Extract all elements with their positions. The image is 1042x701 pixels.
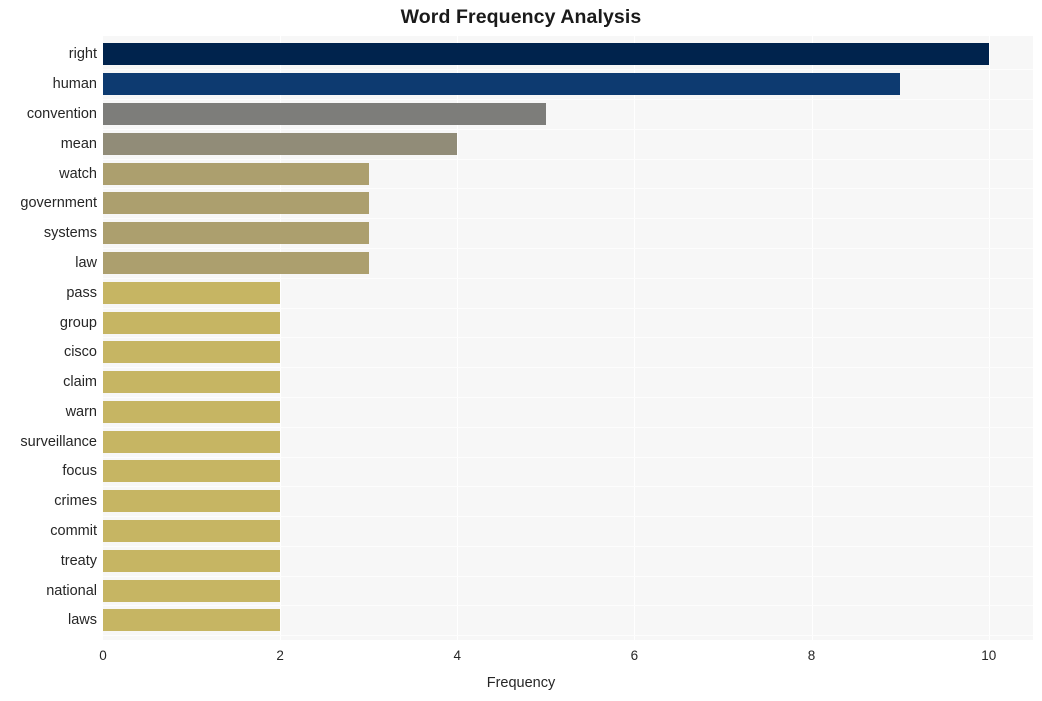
x-axis: Frequency 0 2 4 6 8 10 xyxy=(0,640,1042,701)
y-tick-label-warn: warn xyxy=(65,403,97,420)
word-frequency-chart: Word Frequency Analysis right human conven… xyxy=(0,0,1042,701)
y-tick-label-commit: commit xyxy=(50,522,97,539)
y-tick-label-treaty: treaty xyxy=(60,552,97,569)
y-tick-label-laws: laws xyxy=(67,612,97,629)
y-tick-label-law: law xyxy=(75,254,97,271)
x-tick-label-2: 2 xyxy=(276,648,284,663)
y-tick-label-convention: convention xyxy=(26,106,97,123)
x-axis-title: Frequency xyxy=(486,675,556,691)
chart-title: Word Frequency Analysis xyxy=(400,6,642,28)
y-tick-label-crimes: crimes xyxy=(54,493,97,510)
y-tick-label-watch: watch xyxy=(59,165,97,182)
x-tick-label-4: 4 xyxy=(453,648,462,663)
y-tick-label-national: national xyxy=(46,582,97,599)
y-tick-label-mean: mean xyxy=(60,135,97,152)
x-tick-label-10: 10 xyxy=(981,648,997,663)
y-tick-label-claim: claim xyxy=(63,374,97,391)
y-tick-label-group: group xyxy=(59,314,97,331)
y-tick-label-right: right xyxy=(68,46,97,63)
y-tick-label-human: human xyxy=(52,76,97,93)
x-tick-label-8: 8 xyxy=(807,648,816,663)
y-tick-label-systems: systems xyxy=(43,225,97,242)
y-tick-label-surveillance: surveillance xyxy=(20,433,97,450)
y-axis: right human convention mean watch government s… xyxy=(0,36,1042,640)
x-tick-label-0: 0 xyxy=(99,648,107,663)
y-tick-label-cisco: cisco xyxy=(63,344,97,361)
y-tick-label-government: government xyxy=(20,195,97,212)
x-tick-label-6: 6 xyxy=(630,648,639,663)
y-tick-label-focus: focus xyxy=(62,463,97,480)
y-tick-label-pass: pass xyxy=(66,284,97,301)
